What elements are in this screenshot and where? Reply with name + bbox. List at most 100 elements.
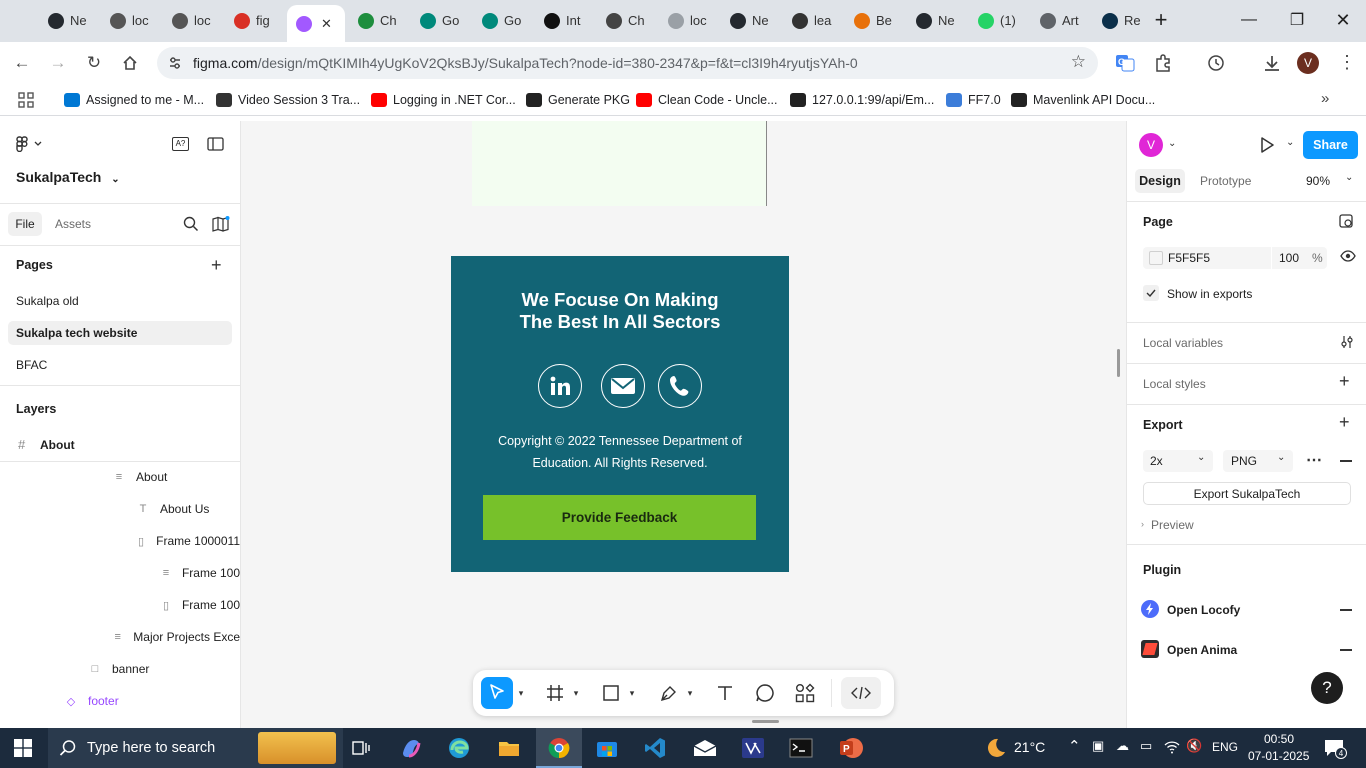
search-icon[interactable]: [183, 216, 199, 235]
chevron-down-icon[interactable]: ⌄: [1168, 138, 1176, 149]
actions-tool-button[interactable]: [791, 677, 819, 709]
edge-icon[interactable]: [444, 734, 474, 762]
browser-tab[interactable]: fig: [225, 7, 283, 34]
add-style-icon[interactable]: +: [1339, 371, 1350, 392]
chevron-down-icon[interactable]: ▾: [569, 677, 583, 709]
layer-item[interactable]: ≡ Frame 100: [160, 563, 240, 583]
email-icon[interactable]: [601, 364, 645, 408]
file-explorer-icon[interactable]: [494, 734, 524, 762]
bookmark-item[interactable]: Clean Code - Uncle...: [636, 91, 778, 109]
battery-icon[interactable]: ▭: [1140, 738, 1152, 754]
store-icon[interactable]: [592, 734, 622, 762]
chevron-down-icon[interactable]: ⌄: [1345, 172, 1353, 183]
forward-button[interactable]: →: [45, 51, 71, 75]
remove-plugin-icon[interactable]: [1340, 649, 1352, 651]
vscode-icon[interactable]: [640, 734, 670, 762]
browser-tab[interactable]: Go: [411, 7, 469, 34]
browser-tab[interactable]: Art: [1031, 7, 1089, 34]
preview-toggle[interactable]: Preview: [1151, 518, 1194, 532]
scrollbar-horizontal[interactable]: [752, 720, 779, 723]
browser-tab[interactable]: Ch: [597, 7, 655, 34]
tab-assets[interactable]: Assets: [55, 217, 91, 231]
visual-studio-icon[interactable]: [738, 734, 768, 762]
more-bookmarks-icon[interactable]: »: [1321, 90, 1329, 107]
volume-muted-icon[interactable]: 🔇: [1186, 738, 1202, 754]
local-variables-label[interactable]: Local variables: [1143, 336, 1223, 350]
back-button[interactable]: ←: [9, 51, 35, 75]
bookmark-item[interactable]: Video Session 3 Tra...: [216, 91, 360, 109]
site-info-icon[interactable]: [167, 55, 183, 71]
bookmark-star-icon[interactable]: ☆: [1071, 52, 1086, 72]
comment-tool-button[interactable]: [751, 677, 779, 709]
wifi-icon[interactable]: [1164, 740, 1180, 757]
zoom-level[interactable]: 90%: [1306, 174, 1330, 188]
address-bar[interactable]: figma.com/design/mQtKIMIh4yUgKoV2QksBJy/…: [157, 47, 1098, 79]
bookmark-item[interactable]: Generate PKG: [526, 91, 630, 109]
chrome-taskbar-button[interactable]: [536, 728, 582, 768]
chevron-right-icon[interactable]: ›: [1141, 519, 1144, 529]
footer-frame[interactable]: We Focuse On Making The Best In All Sect…: [451, 256, 789, 572]
mail-icon[interactable]: [690, 734, 720, 762]
temperature[interactable]: 21°C: [1014, 739, 1045, 755]
remove-plugin-icon[interactable]: [1340, 609, 1352, 611]
reload-button[interactable]: ↻: [81, 51, 107, 75]
layer-item[interactable]: ◇ footer: [64, 691, 240, 711]
phone-icon[interactable]: [658, 364, 702, 408]
frame-tool-button[interactable]: [541, 677, 569, 709]
browser-menu-icon[interactable]: ⋮: [1338, 52, 1356, 72]
design-canvas[interactable]: We Focuse On Making The Best In All Sect…: [241, 121, 1126, 728]
show-hidden-icons-chevron[interactable]: ⌃: [1068, 737, 1081, 755]
layer-item[interactable]: ▯ Frame 100: [160, 595, 240, 615]
browser-tab[interactable]: loc: [659, 7, 717, 34]
browser-tab[interactable]: ✕: [287, 5, 345, 42]
current-layer[interactable]: About: [40, 438, 75, 452]
windows-start-icon[interactable]: [8, 734, 38, 762]
bookmark-item[interactable]: FF7.0: [946, 91, 1001, 109]
tab-design[interactable]: Design: [1135, 169, 1185, 193]
plugin-item[interactable]: Open Anima: [1167, 643, 1237, 657]
powerpoint-icon[interactable]: P: [836, 734, 866, 762]
share-button[interactable]: Share: [1303, 131, 1358, 159]
project-name[interactable]: SukalpaTech ⌄: [16, 169, 120, 185]
bookmark-item[interactable]: Assigned to me - M...: [64, 91, 204, 109]
url-text[interactable]: figma.com/design/mQtKIMIh4yUgKoV2QksBJy/…: [193, 55, 858, 71]
plugin-item[interactable]: Open Locofy: [1167, 603, 1240, 617]
browser-tab[interactable]: Be: [845, 7, 903, 34]
library-icon[interactable]: [212, 216, 230, 235]
browser-tab[interactable]: Ne: [721, 7, 779, 34]
chevron-down-icon[interactable]: ▾: [513, 677, 529, 709]
browser-tab[interactable]: loc: [163, 7, 221, 34]
minimize-button[interactable]: —: [1234, 8, 1264, 32]
browser-tab[interactable]: Ch: [349, 7, 407, 34]
layer-item[interactable]: ≡ About: [112, 467, 240, 487]
help-button[interactable]: ?: [1311, 672, 1343, 704]
bookmark-item[interactable]: Mavenlink API Docu...: [1011, 91, 1155, 109]
browser-tab[interactable]: Int: [535, 7, 593, 34]
show-in-exports-label[interactable]: Show in exports: [1167, 287, 1252, 301]
notification-icon[interactable]: 4: [1324, 739, 1347, 760]
chevron-down-icon[interactable]: ▾: [683, 677, 697, 709]
layer-item[interactable]: T About Us: [136, 499, 240, 519]
page-color-field[interactable]: F5F5F5 100 %: [1143, 247, 1327, 269]
export-button[interactable]: Export SukalpaTech: [1143, 482, 1351, 505]
page-styles-icon[interactable]: [1339, 214, 1353, 231]
page-item[interactable]: BFAC: [16, 358, 47, 372]
tab-prototype[interactable]: Prototype: [1200, 174, 1251, 188]
taskbar-search-box[interactable]: Type here to search: [48, 728, 343, 768]
color-swatch[interactable]: [1149, 251, 1163, 265]
close-tab-icon[interactable]: ✕: [321, 16, 332, 32]
export-scale-select[interactable]: 2x ⌄: [1143, 450, 1213, 472]
text-tool-button[interactable]: [711, 677, 739, 709]
figma-menu-icon[interactable]: [16, 136, 42, 155]
copilot-icon[interactable]: [396, 734, 426, 762]
add-page-icon[interactable]: +: [211, 255, 222, 276]
visibility-eye-icon[interactable]: [1340, 250, 1356, 265]
language-indicator[interactable]: ENG: [1212, 740, 1238, 754]
apps-grid-icon[interactable]: [18, 92, 34, 111]
clock-time[interactable]: 00:50: [1264, 732, 1294, 746]
layer-item[interactable]: ▯ Frame 1000011: [136, 531, 240, 551]
browser-tab[interactable]: Ne: [907, 7, 965, 34]
home-button[interactable]: [117, 51, 143, 75]
page-color-value[interactable]: F5F5F5: [1168, 251, 1210, 265]
export-format-select[interactable]: PNG ⌄: [1223, 450, 1293, 472]
